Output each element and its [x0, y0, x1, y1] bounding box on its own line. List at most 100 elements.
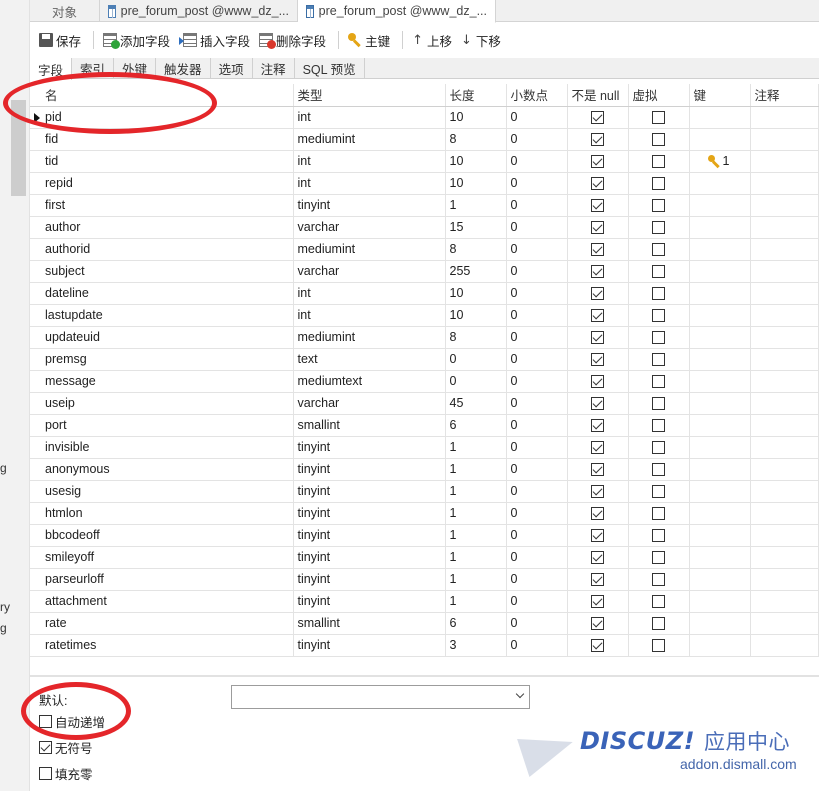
- row-indicator[interactable]: [30, 590, 41, 613]
- column-header-virtual[interactable]: 虚拟: [628, 84, 690, 107]
- cell-not-null[interactable]: [567, 282, 629, 305]
- cell-comment[interactable]: [750, 150, 819, 173]
- cell-not-null[interactable]: [567, 260, 629, 283]
- auto-increment-check-box[interactable]: [39, 715, 52, 728]
- subtab-foreign-keys[interactable]: 外键: [114, 58, 157, 79]
- not-null-checkbox[interactable]: [591, 155, 604, 169]
- row-indicator[interactable]: [30, 172, 41, 195]
- unsigned-check-box[interactable]: [39, 741, 52, 754]
- virtual-checkbox[interactable]: [652, 485, 665, 499]
- cell-comment[interactable]: [750, 392, 819, 415]
- cell-not-null[interactable]: [567, 216, 629, 239]
- cell-key[interactable]: [689, 348, 751, 371]
- cell-field-length[interactable]: 1: [445, 524, 507, 547]
- table-row[interactable]: invisible tinyint 1 0: [30, 436, 819, 459]
- cell-field-name[interactable]: attachment: [41, 590, 294, 613]
- not-null-checkbox[interactable]: [591, 133, 604, 147]
- row-indicator[interactable]: [30, 392, 41, 415]
- cell-field-name[interactable]: useip: [41, 392, 294, 415]
- table-row[interactable]: bbcodeoff tinyint 1 0: [30, 524, 819, 547]
- table-row[interactable]: usesig tinyint 1 0: [30, 480, 819, 503]
- cell-not-null[interactable]: [567, 106, 629, 129]
- cell-field-type[interactable]: int: [293, 304, 446, 327]
- cell-not-null[interactable]: [567, 128, 629, 151]
- default-value-select[interactable]: [231, 685, 530, 709]
- cell-virtual[interactable]: [628, 392, 690, 415]
- cell-not-null[interactable]: [567, 458, 629, 481]
- cell-field-length[interactable]: 10: [445, 172, 507, 195]
- cell-key[interactable]: [689, 524, 751, 547]
- cell-key[interactable]: [689, 568, 751, 591]
- cell-key[interactable]: [689, 238, 751, 261]
- column-header-length[interactable]: 长度: [445, 84, 507, 107]
- virtual-checkbox[interactable]: [652, 287, 665, 301]
- cell-field-length[interactable]: 1: [445, 458, 507, 481]
- cell-field-name[interactable]: lastupdate: [41, 304, 294, 327]
- cell-comment[interactable]: [750, 216, 819, 239]
- sidebar-scrollbar-thumb[interactable]: [11, 100, 26, 196]
- cell-virtual[interactable]: [628, 348, 690, 371]
- virtual-checkbox[interactable]: [652, 507, 665, 521]
- cell-field-name[interactable]: smileyoff: [41, 546, 294, 569]
- virtual-checkbox[interactable]: [652, 331, 665, 345]
- cell-field-name[interactable]: bbcodeoff: [41, 524, 294, 547]
- column-header-comment[interactable]: 注释: [750, 84, 819, 107]
- cell-not-null[interactable]: [567, 414, 629, 437]
- insert-field-button[interactable]: 插入字段: [176, 28, 253, 52]
- virtual-checkbox[interactable]: [652, 419, 665, 433]
- cell-comment[interactable]: [750, 348, 819, 371]
- cell-key[interactable]: [689, 172, 751, 195]
- row-indicator[interactable]: [30, 106, 41, 129]
- zerofill-check-box[interactable]: [39, 767, 52, 780]
- table-row[interactable]: pid int 10 0: [30, 106, 819, 129]
- cell-field-type[interactable]: tinyint: [293, 590, 446, 613]
- table-row[interactable]: repid int 10 0: [30, 172, 819, 195]
- cell-comment[interactable]: [750, 634, 819, 657]
- cell-not-null[interactable]: [567, 392, 629, 415]
- table-row[interactable]: premsg text 0 0: [30, 348, 819, 371]
- cell-comment[interactable]: [750, 546, 819, 569]
- column-header-name[interactable]: 名: [41, 84, 294, 107]
- cell-key[interactable]: [689, 282, 751, 305]
- virtual-checkbox[interactable]: [652, 397, 665, 411]
- cell-field-decimals[interactable]: 0: [506, 634, 568, 657]
- cell-not-null[interactable]: [567, 524, 629, 547]
- cell-field-length[interactable]: 1: [445, 194, 507, 217]
- cell-comment[interactable]: [750, 194, 819, 217]
- cell-field-name[interactable]: first: [41, 194, 294, 217]
- row-indicator[interactable]: [30, 634, 41, 657]
- cell-virtual[interactable]: [628, 172, 690, 195]
- row-indicator[interactable]: [30, 194, 41, 217]
- row-indicator[interactable]: [30, 612, 41, 635]
- row-indicator[interactable]: [30, 480, 41, 503]
- cell-key[interactable]: [689, 194, 751, 217]
- not-null-checkbox[interactable]: [591, 111, 604, 125]
- cell-not-null[interactable]: [567, 546, 629, 569]
- cell-field-length[interactable]: 10: [445, 106, 507, 129]
- cell-field-name[interactable]: htmlon: [41, 502, 294, 525]
- cell-field-length[interactable]: 15: [445, 216, 507, 239]
- cell-virtual[interactable]: [628, 260, 690, 283]
- cell-field-decimals[interactable]: 0: [506, 458, 568, 481]
- cell-field-name[interactable]: repid: [41, 172, 294, 195]
- cell-field-length[interactable]: 6: [445, 414, 507, 437]
- cell-field-type[interactable]: tinyint: [293, 524, 446, 547]
- cell-not-null[interactable]: [567, 370, 629, 393]
- cell-not-null[interactable]: [567, 172, 629, 195]
- cell-field-decimals[interactable]: 0: [506, 216, 568, 239]
- not-null-checkbox[interactable]: [591, 265, 604, 279]
- virtual-checkbox[interactable]: [652, 529, 665, 543]
- cell-comment[interactable]: [750, 238, 819, 261]
- subtab-comment[interactable]: 注释: [253, 58, 295, 79]
- cell-virtual[interactable]: [628, 194, 690, 217]
- cell-key[interactable]: [689, 480, 751, 503]
- table-row[interactable]: authorid mediumint 8 0: [30, 238, 819, 261]
- table-row[interactable]: smileyoff tinyint 1 0: [30, 546, 819, 569]
- virtual-checkbox[interactable]: [652, 155, 665, 169]
- auto-increment-checkbox[interactable]: 自动递增: [39, 712, 105, 731]
- cell-virtual[interactable]: [628, 502, 690, 525]
- table-row[interactable]: htmlon tinyint 1 0: [30, 502, 819, 525]
- cell-comment[interactable]: [750, 590, 819, 613]
- cell-field-name[interactable]: subject: [41, 260, 294, 283]
- add-field-button[interactable]: 添加字段: [100, 28, 173, 52]
